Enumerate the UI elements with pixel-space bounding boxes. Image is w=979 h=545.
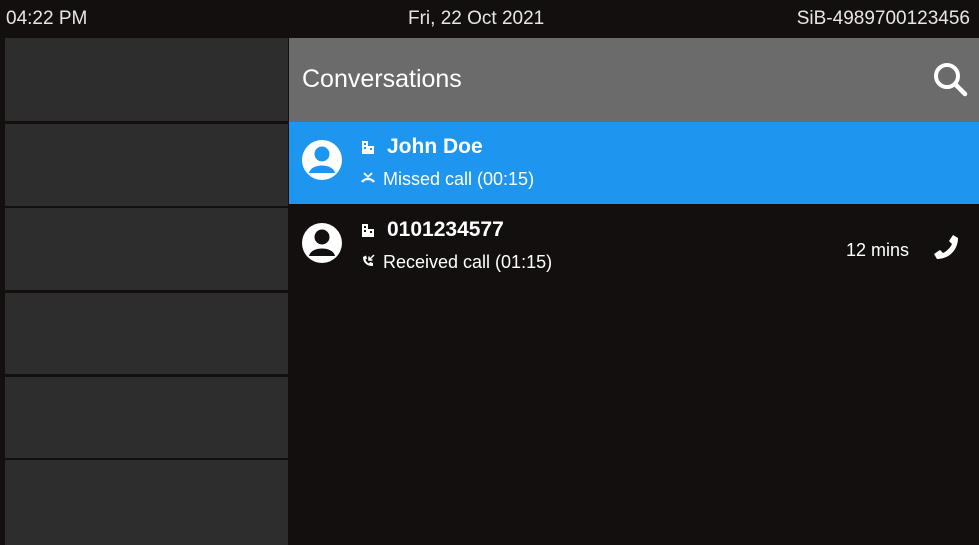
softkey-2[interactable] bbox=[5, 124, 288, 206]
status-bar: 04:22 PM Fri, 22 Oct 2021 SiB-4989700123… bbox=[0, 0, 979, 38]
building-icon bbox=[362, 141, 374, 154]
softkey-3[interactable] bbox=[5, 208, 288, 290]
conversation-row[interactable]: 0101234577 Received call (01:15) 12 mins bbox=[289, 205, 979, 287]
avatar-icon bbox=[302, 223, 342, 263]
search-icon bbox=[934, 63, 968, 97]
page-title: Conversations bbox=[302, 65, 462, 93]
contact-name: 0101234577 bbox=[387, 218, 504, 241]
softkey-5[interactable] bbox=[5, 377, 288, 458]
softkey-panel bbox=[0, 38, 289, 545]
received-call-icon bbox=[363, 254, 375, 266]
call-button[interactable] bbox=[931, 232, 961, 262]
building-icon bbox=[362, 224, 374, 237]
phone-icon bbox=[934, 235, 958, 259]
contact-name: John Doe bbox=[387, 135, 483, 158]
avatar-icon bbox=[302, 140, 342, 180]
header-bar: Conversations bbox=[289, 38, 979, 122]
softkey-4[interactable] bbox=[5, 293, 288, 374]
missed-call-icon bbox=[361, 172, 375, 183]
call-status: Received call (01:15) bbox=[383, 252, 553, 272]
softkey-1[interactable] bbox=[5, 38, 288, 121]
conversations-panel: Conversations John Doe Missed call (00:1 bbox=[289, 38, 979, 545]
call-time: 12 mins bbox=[845, 240, 909, 260]
status-time: 04:22 PM bbox=[6, 8, 88, 29]
status-date: Fri, 22 Oct 2021 bbox=[408, 8, 545, 29]
search-button[interactable] bbox=[931, 60, 971, 100]
status-device-id: SiB-4989700123456 bbox=[796, 8, 970, 29]
softkey-6[interactable] bbox=[5, 460, 288, 545]
call-status: Missed call (00:15) bbox=[383, 169, 535, 189]
conversation-row[interactable]: John Doe Missed call (00:15) bbox=[289, 122, 979, 204]
